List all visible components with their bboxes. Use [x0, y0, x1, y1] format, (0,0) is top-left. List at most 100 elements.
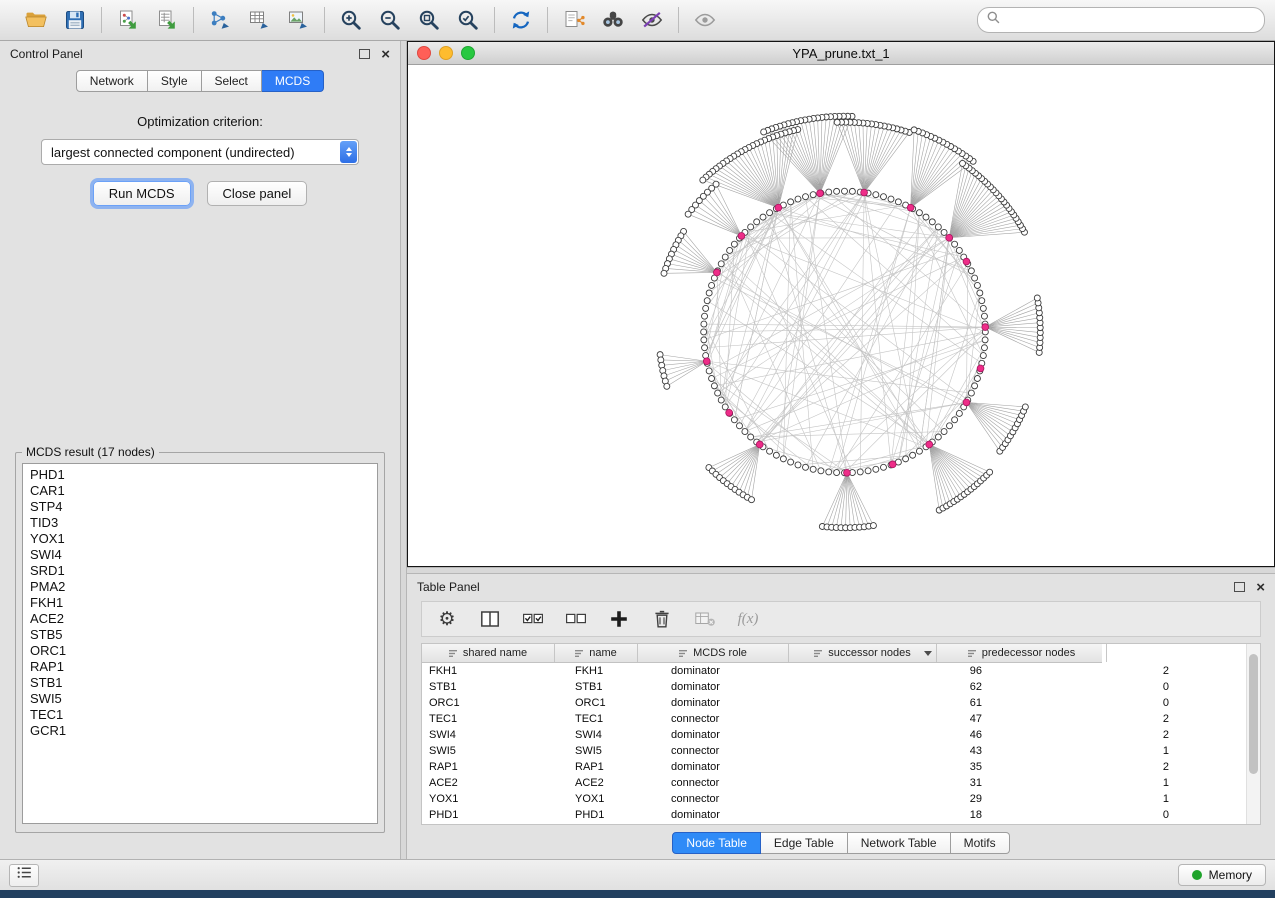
open-folder-icon[interactable] — [21, 5, 51, 35]
mcds-result-item[interactable]: RAP1 — [30, 659, 377, 675]
panel-list-button[interactable] — [9, 864, 39, 887]
table-row[interactable]: YOX1YOX1connector291 — [422, 791, 1260, 807]
cell-shared-name: FKH1 — [422, 663, 568, 679]
mcds-result-item[interactable]: TID3 — [30, 515, 377, 531]
mcds-result-item[interactable]: PHD1 — [30, 467, 377, 483]
mcds-result-item[interactable]: STB1 — [30, 675, 377, 691]
column-header-name[interactable]: name — [555, 644, 638, 662]
mcds-result-item[interactable]: ACE2 — [30, 611, 377, 627]
cell-mcds-role: dominator — [664, 663, 828, 679]
import-table-file-icon[interactable] — [152, 5, 182, 35]
cell-predecessor-nodes: 2 — [993, 711, 1180, 727]
float-panel-icon[interactable] — [359, 49, 370, 59]
new-network-icon[interactable] — [205, 5, 235, 35]
float-table-panel-icon[interactable] — [1234, 582, 1245, 592]
chevron-down-icon[interactable] — [924, 651, 932, 656]
zoom-fit-icon[interactable] — [414, 5, 444, 35]
tab-select[interactable]: Select — [202, 70, 262, 92]
toolbar-buttons — [10, 0, 731, 40]
zoom-out-icon[interactable] — [375, 5, 405, 35]
column-header-successor-nodes[interactable]: successor nodes — [789, 644, 937, 662]
tab-network-table[interactable]: Network Table — [848, 832, 951, 854]
add-column-icon[interactable] — [606, 606, 632, 632]
tab-network[interactable]: Network — [76, 70, 148, 92]
table-panel-title: Table Panel — [417, 580, 480, 594]
table-row[interactable]: FKH1FKH1dominator962 — [422, 663, 1260, 679]
mcds-result-item[interactable]: CAR1 — [30, 483, 377, 499]
close-panel-icon[interactable]: × — [381, 47, 390, 62]
toolbar-group — [102, 5, 193, 35]
split-columns-icon[interactable] — [477, 606, 503, 632]
close-panel-button[interactable]: Close panel — [207, 181, 308, 206]
search-box[interactable] — [977, 7, 1265, 33]
mcds-result-list[interactable]: PHD1CAR1STP4TID3YOX1SWI4SRD1PMA2FKH1ACE2… — [22, 463, 378, 824]
mcds-result-item[interactable]: SWI4 — [30, 547, 377, 563]
tab-mcds[interactable]: MCDS — [262, 70, 324, 92]
tab-motifs[interactable]: Motifs — [951, 832, 1010, 854]
hide-selected-icon[interactable] — [637, 5, 667, 35]
refresh-icon[interactable] — [506, 5, 536, 35]
column-header-shared-name[interactable]: shared name — [422, 644, 555, 662]
table-row[interactable]: SWI5SWI5connector431 — [422, 743, 1260, 759]
select-all-icon[interactable] — [520, 606, 546, 632]
zoom-in-icon[interactable] — [336, 5, 366, 35]
mcds-result-item[interactable]: STP4 — [30, 499, 377, 515]
tab-node-table[interactable]: Node Table — [672, 832, 761, 854]
mcds-result-item[interactable]: PMA2 — [30, 579, 377, 595]
mcds-result-item[interactable]: GCR1 — [30, 723, 377, 739]
criterion-dropdown[interactable]: largest connected component (undirected) — [41, 139, 359, 165]
import-network-file-icon[interactable] — [113, 5, 143, 35]
mcds-result-item[interactable]: FKH1 — [30, 595, 377, 611]
search-input[interactable] — [1005, 12, 1255, 28]
mcds-result-item[interactable]: STB5 — [30, 627, 377, 643]
table-row[interactable]: ORC1ORC1dominator610 — [422, 695, 1260, 711]
show-eye-icon[interactable] — [690, 5, 720, 35]
delete-table-icon[interactable] — [692, 606, 718, 632]
table-panel-divider[interactable] — [407, 567, 1275, 574]
zoom-selected-icon[interactable] — [453, 5, 483, 35]
window-minimize-icon[interactable] — [439, 46, 453, 60]
table-scrollbar[interactable] — [1246, 644, 1260, 824]
run-mcds-button[interactable]: Run MCDS — [93, 181, 191, 206]
new-table-icon[interactable] — [244, 5, 274, 35]
tab-style[interactable]: Style — [148, 70, 202, 92]
window-zoom-icon[interactable] — [461, 46, 475, 60]
table-row[interactable]: SWI4SWI4dominator462 — [422, 727, 1260, 743]
network-window: YPA_prune.txt_1 — [407, 41, 1275, 567]
toolbar-group — [679, 5, 731, 35]
table-row[interactable]: STB1STB1dominator620 — [422, 679, 1260, 695]
table-row[interactable]: PHD1PHD1dominator180 — [422, 807, 1260, 823]
column-header-mcds-role[interactable]: MCDS role — [638, 644, 789, 662]
mcds-result-item[interactable]: YOX1 — [30, 531, 377, 547]
tab-edge-table[interactable]: Edge Table — [761, 832, 848, 854]
window-close-icon[interactable] — [417, 46, 431, 60]
find-icon[interactable] — [598, 5, 628, 35]
save-icon[interactable] — [60, 5, 90, 35]
mcds-result-item[interactable]: SRD1 — [30, 563, 377, 579]
mcds-result-item[interactable]: SWI5 — [30, 691, 377, 707]
close-table-panel-icon[interactable]: × — [1256, 580, 1265, 595]
table-row[interactable]: RAP1RAP1dominator352 — [422, 759, 1260, 775]
main-toolbar — [0, 0, 1275, 41]
export-image-icon[interactable] — [283, 5, 313, 35]
panel-divider[interactable] — [400, 41, 407, 859]
mcds-result-item[interactable]: TEC1 — [30, 707, 377, 723]
desktop-background: Control Panel × NetworkStyleSelectMCDS O… — [0, 0, 1275, 898]
column-header-predecessor-nodes[interactable]: predecessor nodes — [937, 644, 1107, 662]
export-document-icon[interactable] — [559, 5, 589, 35]
table-row[interactable]: ACE2ACE2connector311 — [422, 775, 1260, 791]
table-row[interactable]: TEC1TEC1connector472 — [422, 711, 1260, 727]
memory-button[interactable]: Memory — [1178, 864, 1266, 886]
gear-icon[interactable]: ⚙ — [434, 606, 460, 632]
network-window-titlebar[interactable]: YPA_prune.txt_1 — [408, 42, 1274, 65]
node-table-header: shared namenameMCDS rolesuccessor nodesp… — [422, 644, 1102, 663]
delete-column-icon[interactable] — [649, 606, 675, 632]
dropdown-stepper-icon[interactable] — [340, 141, 357, 163]
network-canvas[interactable] — [408, 65, 1274, 566]
deselect-all-icon[interactable] — [563, 606, 589, 632]
table-scrollbar-thumb[interactable] — [1249, 654, 1258, 774]
node-table-body: FKH1FKH1dominator962STB1STB1dominator620… — [422, 663, 1260, 823]
function-builder-icon[interactable]: f(x) — [735, 606, 761, 632]
mcds-result-item[interactable]: ORC1 — [30, 643, 377, 659]
cell-predecessor-nodes: 1 — [993, 791, 1180, 807]
